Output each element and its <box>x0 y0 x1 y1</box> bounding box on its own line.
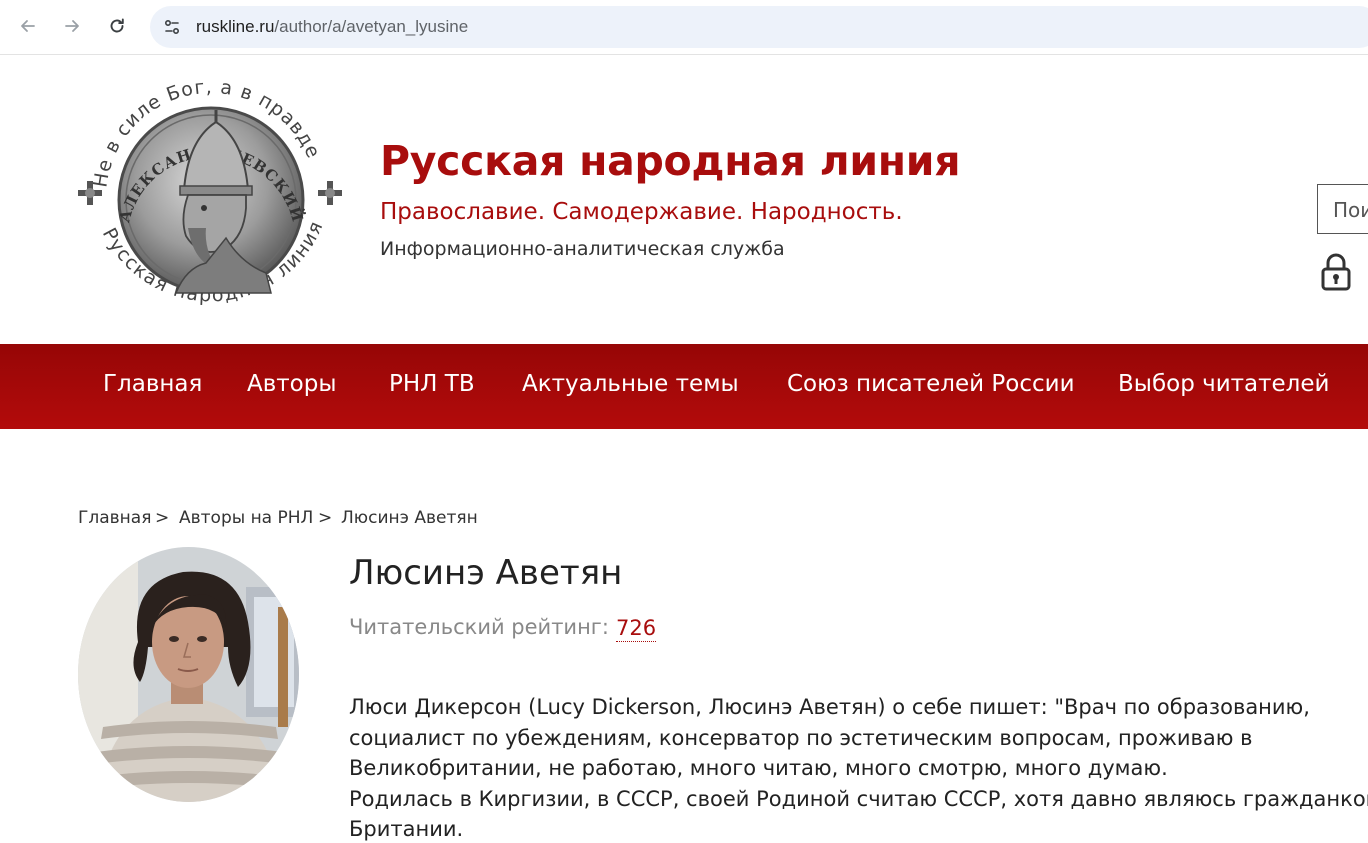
menu-item-authors[interactable]: Авторы <box>247 371 337 397</box>
bio-line: Люси Дикерсон (Lucy Dickerson, Люсинэ Ав… <box>349 695 1310 719</box>
bio-line: Британии. <box>349 817 464 841</box>
breadcrumb-authors[interactable]: Авторы на РНЛ <box>179 508 313 528</box>
url-path: /author/a/avetyan_lyusine <box>274 17 469 36</box>
menu-item-home[interactable]: Главная <box>103 371 202 397</box>
url-text[interactable]: ruskline.ru/author/a/avetyan_lyusine <box>196 17 468 37</box>
rating-label: Читательский рейтинг: <box>349 615 609 639</box>
site-info-icon[interactable] <box>162 17 182 37</box>
menu-item-rnl-tv[interactable]: РНЛ ТВ <box>389 371 475 397</box>
author-bio: Люси Дикерсон (Lucy Dickerson, Люсинэ Ав… <box>349 692 1368 843</box>
menu-item-topics[interactable]: Актуальные темы <box>522 371 739 397</box>
main-menu: Главная Авторы РНЛ ТВ Актуальные темы Со… <box>0 344 1368 429</box>
address-bar[interactable]: ruskline.ru/author/a/avetyan_lyusine <box>150 6 1368 48</box>
reload-icon[interactable] <box>101 10 133 42</box>
menu-item-writers-union[interactable]: Союз писателей России <box>787 371 1075 397</box>
site-logo[interactable]: Не в силе Бог, а в правде Русская народн… <box>76 76 346 323</box>
url-domain: ruskline.ru <box>196 17 275 36</box>
bio-line: Родилась в Киргизии, в СССР, своей Родин… <box>349 786 1368 811</box>
cross-right-icon <box>318 181 342 205</box>
author-name: Люсинэ Аветян <box>349 553 623 593</box>
author-avatar <box>78 547 299 802</box>
breadcrumb-current: Люсинэ Аветян <box>341 508 478 528</box>
site-subtitle: Информационно-аналитическая служба <box>380 238 785 260</box>
breadcrumb-separator: > <box>318 508 333 528</box>
site-title[interactable]: Русская народная линия <box>380 137 961 185</box>
breadcrumb-home[interactable]: Главная <box>78 508 151 528</box>
rating-value[interactable]: 726 <box>616 615 657 642</box>
back-arrow-icon[interactable] <box>12 10 44 42</box>
browser-toolbar: ruskline.ru/author/a/avetyan_lyusine <box>0 0 1368 55</box>
site-motto: Православие. Самодержавие. Народность. <box>380 199 903 225</box>
forward-arrow-icon[interactable] <box>56 10 88 42</box>
lock-icon[interactable] <box>1320 252 1352 292</box>
search-input[interactable]: Пои <box>1317 184 1368 234</box>
menu-item-readers-choice[interactable]: Выбор читателей <box>1118 371 1329 397</box>
breadcrumb-separator: > <box>155 508 170 528</box>
bio-line: социалист по убеждениям, консерватор по … <box>349 725 1253 750</box>
bio-line: Великобритании, не работаю, много читаю,… <box>349 756 1168 780</box>
